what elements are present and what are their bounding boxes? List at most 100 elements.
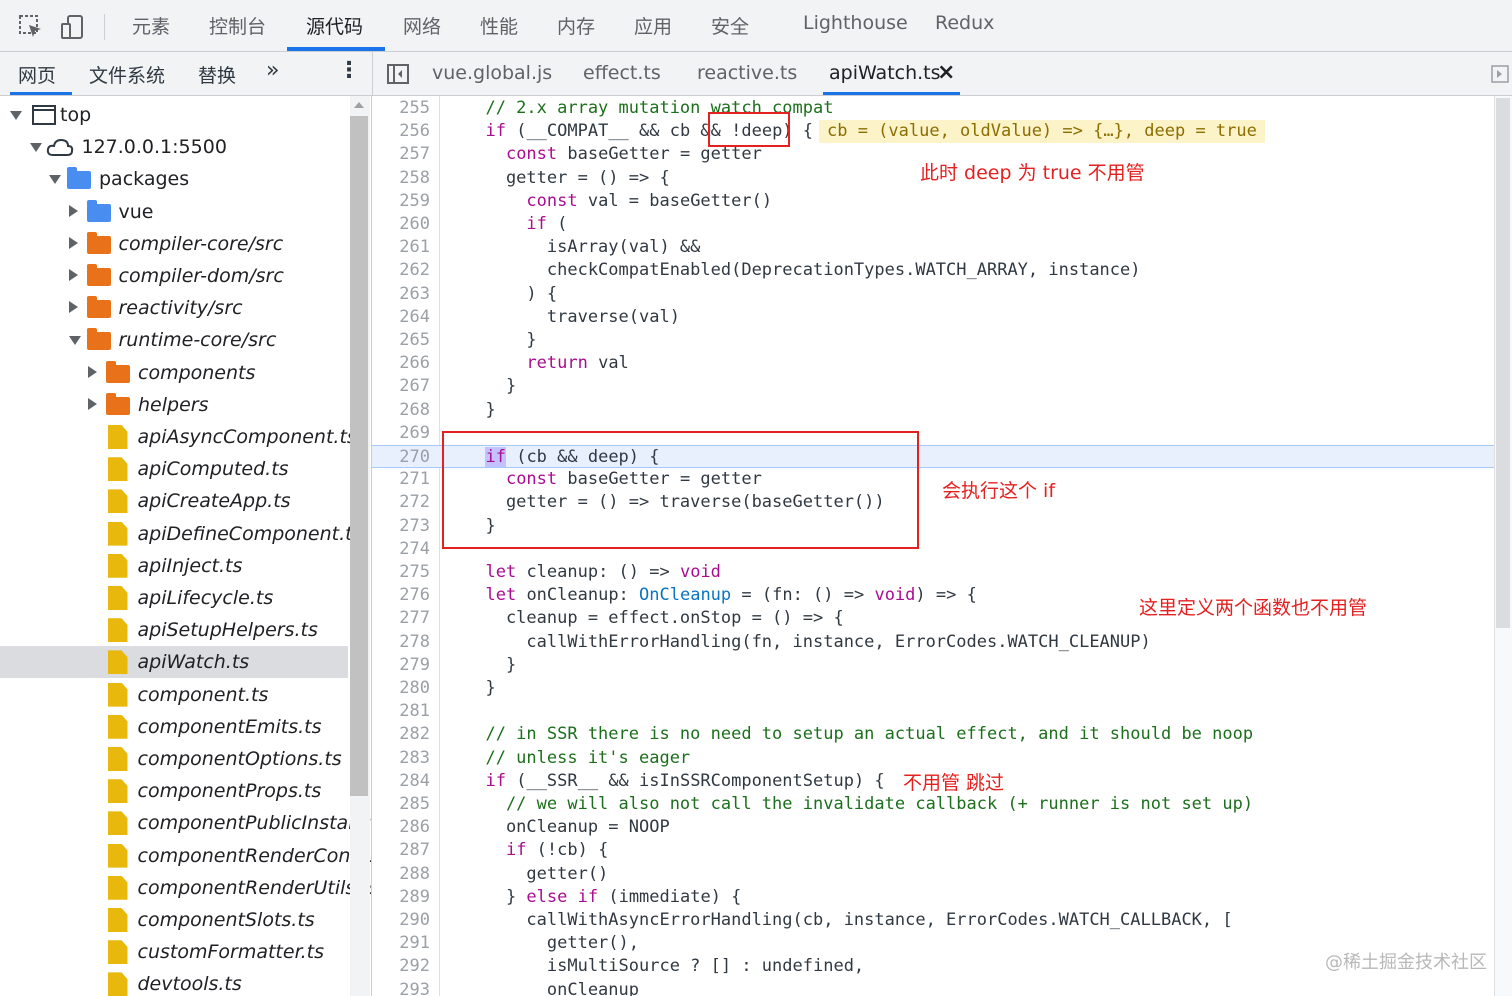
code-line[interactable]: 278 callWithErrorHandling(fn, instance, … — [372, 631, 1512, 654]
tree-item[interactable]: apiAsyncComponent.ts — [0, 421, 357, 453]
line-number[interactable]: 257 — [372, 143, 430, 166]
tree-item[interactable]: compiler-dom/src — [0, 260, 348, 292]
expand-arrow-right-icon[interactable] — [68, 236, 78, 249]
tab-redux[interactable]: Redux — [935, 12, 994, 52]
tab-console[interactable]: 控制台 — [209, 12, 266, 52]
tree-item[interactable]: componentProps.ts — [0, 775, 348, 807]
tree-item[interactable]: apiWatch.ts — [0, 646, 348, 679]
line-number[interactable]: 259 — [372, 190, 430, 213]
code-line[interactable]: 263 ) { — [372, 283, 1512, 306]
tab-security[interactable]: 安全 — [711, 12, 749, 52]
tree-item[interactable]: devtools.ts — [0, 968, 348, 996]
more-tabs-button[interactable]: » — [266, 58, 279, 83]
tree-item[interactable]: top — [0, 99, 348, 131]
line-number[interactable]: 261 — [372, 236, 430, 259]
tab-page[interactable]: 网页 — [18, 61, 56, 88]
expand-arrow-down-icon[interactable] — [49, 175, 61, 185]
tree-item[interactable]: componentPublicInstance — [0, 807, 371, 839]
tree-item[interactable]: packages — [0, 163, 348, 195]
line-number[interactable]: 279 — [372, 654, 430, 677]
line-number[interactable]: 268 — [372, 399, 430, 422]
code-line[interactable]: 279 } — [372, 654, 1512, 677]
tree-item[interactable]: apiComputed.ts — [0, 453, 348, 485]
tree-item[interactable]: compiler-core/src — [0, 228, 348, 260]
editor-tab-apiwatch[interactable]: apiWatch.ts — [829, 62, 941, 84]
device-toggle-icon[interactable] — [60, 14, 86, 40]
code-line[interactable]: 281 — [372, 700, 1512, 723]
tree-item[interactable]: component.ts — [0, 679, 348, 711]
tab-overrides[interactable]: 替换 — [198, 61, 236, 88]
toggle-navigator-icon[interactable] — [387, 64, 409, 84]
line-number[interactable]: 258 — [372, 167, 430, 190]
line-number[interactable]: 283 — [372, 747, 430, 770]
line-number[interactable]: 272 — [372, 491, 430, 514]
line-number[interactable]: 264 — [372, 306, 430, 329]
editor-tab-effect[interactable]: effect.ts — [583, 62, 661, 84]
line-number[interactable]: 269 — [372, 422, 430, 445]
line-number[interactable]: 288 — [372, 863, 430, 886]
tab-network[interactable]: 网络 — [403, 12, 441, 52]
code-line[interactable]: 290 callWithAsyncErrorHandling(cb, insta… — [372, 909, 1512, 932]
line-number[interactable]: 278 — [372, 631, 430, 654]
tree-item[interactable]: runtime-core/src — [0, 324, 348, 356]
tree-item[interactable]: componentRenderUtils.ts — [0, 872, 371, 904]
tree-item[interactable]: apiDefineComponent.ts — [0, 518, 363, 550]
code-line[interactable]: 262 checkCompatEnabled(DeprecationTypes.… — [372, 259, 1512, 282]
code-line[interactable]: 266 return val — [372, 352, 1512, 375]
tree-item[interactable]: 127.0.0.1:5500 — [0, 131, 348, 163]
code-line[interactable]: 282 // in SSR there is no need to setup … — [372, 723, 1512, 746]
code-line[interactable]: 280 } — [372, 677, 1512, 700]
tree-item[interactable]: componentSlots.ts — [0, 904, 348, 936]
code-line[interactable]: 267 } — [372, 375, 1512, 398]
line-number[interactable]: 286 — [372, 816, 430, 839]
toggle-debugger-icon[interactable] — [1491, 65, 1509, 83]
editor-scrollbar-thumb[interactable] — [1496, 98, 1510, 628]
tree-item[interactable]: vue — [0, 196, 348, 228]
tree-item[interactable]: apiCreateApp.ts — [0, 485, 348, 517]
code-line[interactable]: 255 // 2.x array mutation watch compat — [372, 97, 1512, 120]
editor-tab-reactive[interactable]: reactive.ts — [697, 62, 797, 84]
tree-item[interactable]: reactivity/src — [0, 292, 348, 324]
line-number[interactable]: 273 — [372, 515, 430, 538]
line-number[interactable]: 266 — [372, 352, 430, 375]
scroll-up-arrow-icon[interactable] — [354, 102, 364, 108]
line-number[interactable]: 290 — [372, 909, 430, 932]
inspect-icon[interactable] — [18, 14, 44, 40]
tab-performance[interactable]: 性能 — [480, 12, 518, 52]
code-line[interactable]: 285 // we will also not call the invalid… — [372, 793, 1512, 816]
editor-tab-vue-global[interactable]: vue.global.js — [432, 62, 552, 84]
expand-arrow-right-icon[interactable] — [88, 397, 97, 410]
code-line[interactable]: 260 if ( — [372, 213, 1512, 236]
line-number[interactable]: 263 — [372, 283, 430, 306]
tree-item[interactable]: apiLifecycle.ts — [0, 582, 348, 614]
line-number[interactable]: 265 — [372, 329, 430, 352]
tree-item[interactable]: apiInject.ts — [0, 550, 348, 582]
line-number[interactable]: 267 — [372, 375, 430, 398]
tab-application[interactable]: 应用 — [634, 12, 672, 52]
line-number[interactable]: 275 — [372, 561, 430, 584]
expand-arrow-right-icon[interactable] — [88, 365, 97, 378]
tab-memory[interactable]: 内存 — [557, 12, 595, 52]
tab-lighthouse[interactable]: Lighthouse — [803, 12, 908, 52]
line-number[interactable]: 291 — [372, 932, 430, 955]
line-number[interactable]: 292 — [372, 955, 430, 978]
line-number[interactable]: 282 — [372, 723, 430, 746]
tree-item[interactable]: componentOptions.ts — [0, 743, 348, 775]
expand-arrow-down-icon[interactable] — [68, 336, 81, 346]
tab-filesystem[interactable]: 文件系统 — [89, 61, 165, 88]
line-number[interactable]: 276 — [372, 584, 430, 607]
line-number[interactable]: 256 — [372, 120, 430, 143]
line-number[interactable]: 287 — [372, 839, 430, 862]
code-editor[interactable]: 255 // 2.x array mutation watch compat 25… — [372, 96, 1512, 996]
expand-arrow-down-icon[interactable] — [29, 143, 42, 153]
line-number[interactable]: 281 — [372, 700, 430, 723]
expand-arrow-right-icon[interactable] — [68, 301, 78, 314]
line-number[interactable]: 284 — [372, 770, 430, 793]
navigator-menu-button[interactable]: ⋮ — [338, 58, 360, 83]
tree-item[interactable]: components — [0, 357, 348, 389]
code-line[interactable]: 283 // unless it's eager — [372, 747, 1512, 770]
line-number[interactable]: 271 — [372, 468, 430, 491]
tree-item[interactable]: helpers — [0, 389, 348, 421]
line-number[interactable]: 255 — [372, 97, 430, 120]
line-number[interactable]: 289 — [372, 886, 430, 909]
